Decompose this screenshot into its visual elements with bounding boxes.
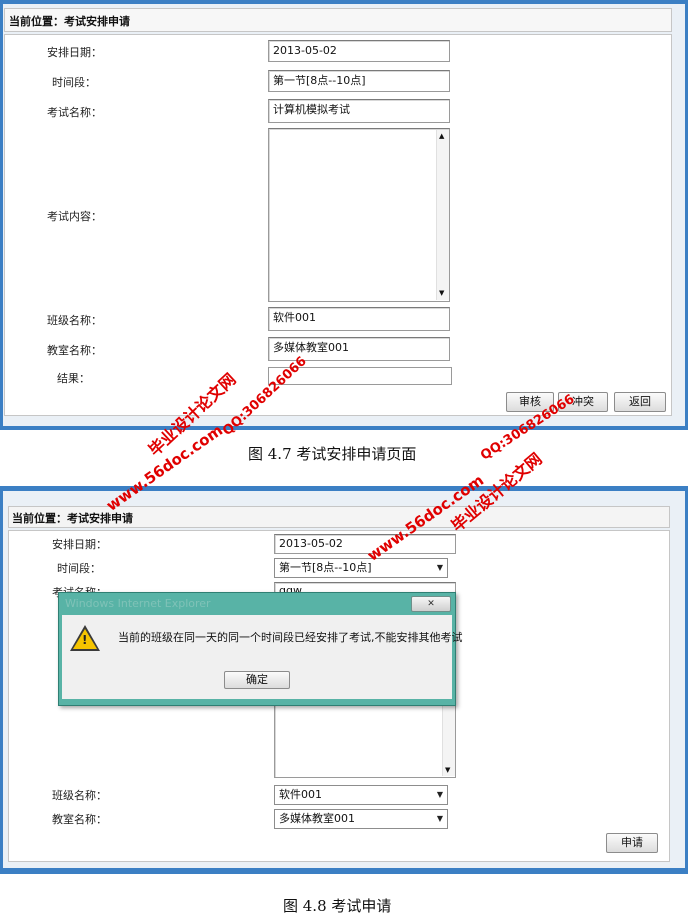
figure-4-8-screenshot: 当前位置：考试安排申请 安排日期： 2013-05-02 时间段： 第一节[8点… xyxy=(0,486,688,874)
scroll-down-arrow-icon[interactable]: ▼ xyxy=(445,766,450,774)
dialog-message: 当前的班级在同一天的同一个时间段已经安排了考试,不能安排其他考试 xyxy=(118,631,463,644)
alert-dialog: Windows Internet Explorer ✕ ! 当前的班级在同一天的… xyxy=(58,592,463,706)
textarea-scrollbar[interactable] xyxy=(436,130,449,300)
warning-exclamation: ! xyxy=(82,633,88,647)
class-name-select[interactable]: 软件001 ▼ xyxy=(274,785,448,805)
label-date: 安排日期： xyxy=(52,538,107,551)
date-field[interactable]: 2013-05-02 xyxy=(268,40,450,62)
class-name-value: 软件001 xyxy=(273,311,316,324)
figure-4-8-caption: 图 4.8 考试申请 xyxy=(283,897,392,915)
figure-4-7-caption: 图 4.7 考试安排申请页面 xyxy=(248,445,417,463)
label-period: 时间段： xyxy=(52,76,96,89)
label-date: 安排日期： xyxy=(47,46,102,59)
chevron-down-icon[interactable]: ▼ xyxy=(437,810,443,828)
scroll-down-arrow-icon[interactable]: ▼ xyxy=(439,289,444,297)
ok-button[interactable]: 确定 xyxy=(224,671,290,689)
label-result: 结果： xyxy=(57,372,90,385)
chevron-down-icon[interactable]: ▼ xyxy=(437,786,443,804)
location-bar: 当前位置：考试安排申请 xyxy=(4,8,672,32)
label-room-name: 教室名称： xyxy=(47,344,102,357)
page-title: 当前位置：考试安排申请 xyxy=(9,15,130,28)
label-class-name: 班级名称： xyxy=(47,314,102,327)
frame-bottom-border xyxy=(0,426,688,430)
frame-left-border xyxy=(0,486,3,874)
period-field[interactable]: 第一节[8点--10点] xyxy=(268,70,450,92)
class-name-field[interactable]: 软件001 xyxy=(268,307,450,331)
label-room-name: 教室名称： xyxy=(52,813,107,826)
date-value: 2013-05-02 xyxy=(273,44,337,57)
figure-4-7-screenshot: 当前位置：考试安排申请 安排日期： 2013-05-02 时间段： 第一节[8点… xyxy=(0,0,688,430)
label-exam-content: 考试内容： xyxy=(47,210,102,223)
label-period: 时间段： xyxy=(57,562,101,575)
exam-name-value: 计算机模拟考试 xyxy=(273,103,350,116)
period-value: 第一节[8点--10点] xyxy=(279,561,372,574)
room-name-value: 多媒体教室001 xyxy=(273,341,349,354)
frame-left-border xyxy=(0,0,3,430)
back-button[interactable]: 返回 xyxy=(614,392,666,412)
location-bar: 当前位置：考试安排申请 xyxy=(8,506,670,528)
scroll-up-arrow-icon[interactable]: ▲ xyxy=(439,132,444,140)
room-name-select[interactable]: 多媒体教室001 ▼ xyxy=(274,809,448,829)
period-value: 第一节[8点--10点] xyxy=(273,74,366,87)
dialog-body: ! 当前的班级在同一天的同一个时间段已经安排了考试,不能安排其他考试 确定 xyxy=(62,615,463,699)
frame-top-border xyxy=(0,0,688,4)
close-icon[interactable]: ✕ xyxy=(411,596,451,612)
label-exam-name: 考试名称： xyxy=(47,106,102,119)
apply-button[interactable]: 申请 xyxy=(606,833,658,853)
room-name-value: 多媒体教室001 xyxy=(279,812,355,825)
chevron-down-icon[interactable]: ▼ xyxy=(437,559,443,577)
period-select[interactable]: 第一节[8点--10点] ▼ xyxy=(274,558,448,578)
class-name-value: 软件001 xyxy=(279,788,322,801)
dialog-title: Windows Internet Explorer xyxy=(65,597,211,610)
date-value: 2013-05-02 xyxy=(279,537,343,550)
frame-bottom-border xyxy=(0,868,688,874)
exam-content-textarea[interactable] xyxy=(268,128,450,302)
frame-top-border xyxy=(0,486,688,491)
label-class-name: 班级名称： xyxy=(52,789,107,802)
exam-name-field[interactable]: 计算机模拟考试 xyxy=(268,99,450,123)
